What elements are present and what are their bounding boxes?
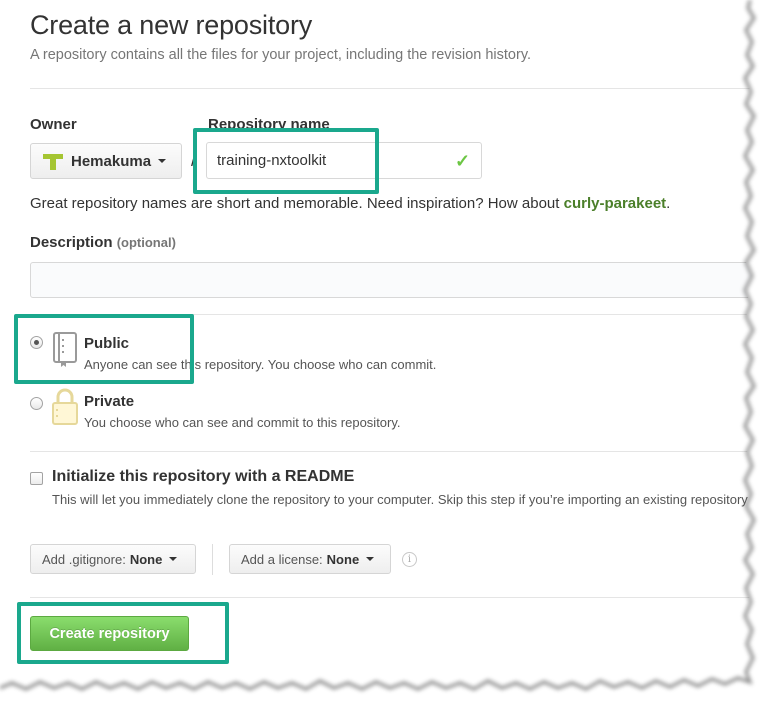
repo-book-icon	[53, 332, 77, 367]
owner-dropdown[interactable]: Hemakuma	[30, 143, 182, 179]
owner-label: Owner	[30, 116, 77, 133]
create-repository-button[interactable]: Create repository	[30, 616, 189, 651]
divider	[30, 597, 760, 598]
gitignore-label: Add .gitignore:	[42, 551, 126, 567]
owner-name: Hemakuma	[71, 152, 152, 170]
public-title: Public	[84, 335, 130, 352]
lock-icon	[52, 388, 78, 425]
divider	[30, 451, 760, 452]
owner-avatar	[43, 151, 63, 171]
private-description: You choose who can see and commit to thi…	[84, 415, 401, 430]
description-input[interactable]	[30, 262, 768, 298]
info-icon[interactable]: i	[402, 552, 417, 567]
private-title: Private	[84, 393, 135, 410]
page-title: Create a new repository	[30, 10, 313, 40]
license-value: None	[326, 551, 360, 567]
description-label-text: Description	[30, 234, 113, 251]
private-radio[interactable]	[30, 397, 43, 410]
gitignore-dropdown[interactable]: Add .gitignore: None	[30, 544, 196, 574]
repository-name-label: Repository name	[208, 116, 330, 133]
readme-description: This will let you immediately clone the …	[52, 492, 751, 507]
public-description: Anyone can see this repository. You choo…	[84, 357, 437, 372]
readme-checkbox[interactable]	[30, 472, 43, 485]
name-suggestion-link[interactable]: curly-parakeet	[564, 195, 667, 212]
repository-name-input[interactable]: training-nxtoolkit	[206, 142, 482, 179]
readme-title: Initialize this repository with a README	[52, 468, 355, 485]
page-subtitle: A repository contains all the files for …	[30, 47, 532, 63]
owner-repo-separator: /	[191, 150, 197, 170]
hint-suffix: .	[666, 195, 671, 212]
divider	[30, 88, 760, 89]
repository-name-hint: Great repository names are short and mem…	[30, 195, 670, 212]
description-label: Description (optional)	[30, 234, 176, 251]
license-dropdown[interactable]: Add a license: None	[229, 544, 391, 574]
license-label: Add a license:	[241, 551, 323, 567]
divider	[30, 314, 760, 315]
create-repository-page: Create a new repository A repository con…	[0, 0, 768, 703]
gitignore-value: None	[129, 551, 163, 567]
chevron-down-icon	[169, 557, 178, 561]
chevron-down-icon	[366, 557, 375, 561]
vertical-divider	[212, 544, 213, 575]
repository-name-value: training-nxtoolkit	[217, 152, 327, 169]
optional-tag: (optional)	[116, 235, 176, 250]
chevron-down-icon	[158, 159, 167, 163]
public-radio[interactable]	[30, 336, 43, 349]
hint-text: Great repository names are short and mem…	[30, 195, 564, 212]
check-icon: ✓	[455, 151, 471, 171]
